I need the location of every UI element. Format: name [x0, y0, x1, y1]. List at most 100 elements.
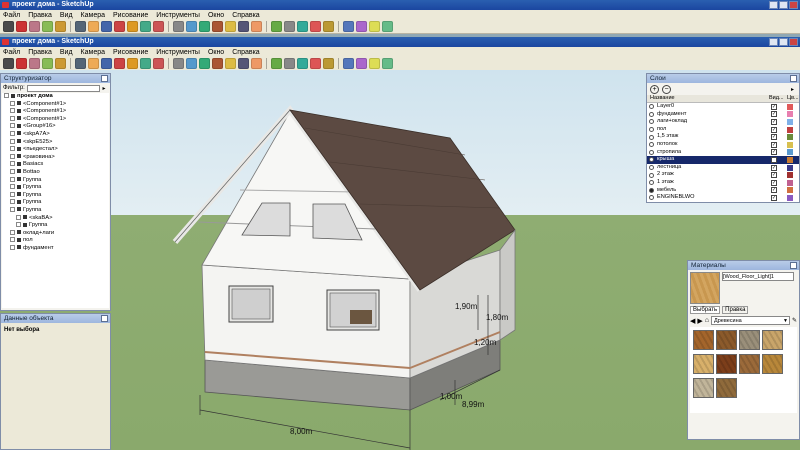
layer-row[interactable]: фундамент ✓	[647, 111, 799, 119]
menu-camera[interactable]: Камера	[81, 12, 105, 19]
toolbar-tool-icon[interactable]	[16, 21, 27, 32]
minimize-button[interactable]	[769, 38, 778, 46]
toolbar-tool-icon[interactable]	[186, 21, 197, 32]
toolbar-tool-icon[interactable]	[382, 21, 393, 32]
layer-row[interactable]: пол ✓	[647, 126, 799, 134]
material-swatch[interactable]	[762, 330, 783, 350]
visibility-checkbox[interactable]: ✓	[771, 179, 777, 186]
outliner-item[interactable]: оклад+лаги	[4, 229, 109, 238]
layer-row[interactable]: лестница ✓	[647, 164, 799, 172]
active-layer-radio[interactable]	[649, 187, 654, 193]
active-layer-radio[interactable]	[649, 142, 654, 148]
toolbar-tool-icon[interactable]	[323, 58, 334, 69]
layer-color-swatch[interactable]	[787, 187, 793, 194]
toolbar-tool-icon[interactable]	[114, 21, 125, 32]
material-swatch[interactable]	[693, 378, 714, 398]
layer-color-swatch[interactable]	[787, 103, 793, 110]
outliner-item[interactable]: <раковина>	[4, 153, 109, 162]
add-layer-icon[interactable]: +	[650, 84, 659, 94]
toolbar-tool-icon[interactable]	[88, 21, 99, 32]
toolbar-tool-icon[interactable]	[173, 58, 184, 69]
visibility-checkbox[interactable]: ✓	[771, 156, 777, 163]
menu-camera[interactable]: Камера	[81, 49, 105, 56]
layer-color-swatch[interactable]	[787, 172, 793, 179]
layer-color-swatch[interactable]	[787, 118, 793, 125]
toolbar-tool-icon[interactable]	[284, 58, 295, 69]
layer-color-swatch[interactable]	[787, 164, 793, 171]
outliner-item[interactable]: <skpE525>	[4, 138, 109, 147]
toolbar-tool-icon[interactable]	[16, 58, 27, 69]
toolbar-tool-icon[interactable]	[153, 58, 164, 69]
layer-color-swatch[interactable]	[787, 179, 793, 186]
minimize-button[interactable]	[769, 1, 778, 9]
menu-help[interactable]: Справка	[232, 12, 259, 19]
outliner-item[interactable]: <пьедестал>	[4, 146, 109, 154]
toolbar-tool-icon[interactable]	[29, 58, 40, 69]
active-layer-radio[interactable]	[649, 180, 654, 186]
close-icon[interactable]	[790, 262, 797, 269]
toolbar-tool-icon[interactable]	[127, 21, 138, 32]
remove-layer-icon[interactable]: −	[662, 84, 671, 94]
close-button[interactable]	[789, 1, 798, 9]
toolbar-tool-icon[interactable]	[29, 21, 40, 32]
layer-row[interactable]: потолок ✓	[647, 141, 799, 149]
layer-row[interactable]: 1 этаж ✓	[647, 179, 799, 187]
eyedropper-icon[interactable]: ✎	[792, 317, 797, 324]
category-dropdown[interactable]: Древесина ▼	[711, 316, 790, 325]
toolbar-tool-icon[interactable]	[343, 58, 354, 69]
toolbar-tool-icon[interactable]	[310, 21, 321, 32]
material-swatch[interactable]	[762, 354, 783, 374]
toolbar-tool-icon[interactable]	[101, 58, 112, 69]
forward-arrow-icon[interactable]: ▶	[697, 317, 702, 325]
toolbar-tool-icon[interactable]	[212, 58, 223, 69]
window1-titlebar[interactable]: проект дома - SketchUp	[0, 0, 800, 10]
toolbar-tool-icon[interactable]	[238, 58, 249, 69]
toolbar-tool-icon[interactable]	[199, 21, 210, 32]
outliner-options-icon[interactable]: ▸	[100, 85, 108, 92]
expand-icon[interactable]	[10, 123, 15, 129]
menu-edit[interactable]: Правка	[28, 49, 52, 56]
material-swatch[interactable]	[693, 330, 714, 350]
active-layer-radio[interactable]	[649, 157, 654, 163]
home-icon[interactable]: ⌂	[705, 317, 709, 324]
close-icon[interactable]	[790, 75, 797, 82]
toolbar-tool-icon[interactable]	[186, 58, 197, 69]
toolbar-tool-icon[interactable]	[75, 58, 86, 69]
toolbar-tool-icon[interactable]	[153, 21, 164, 32]
layer-row[interactable]: ENGINEBLWO ✓	[647, 194, 799, 202]
visibility-checkbox[interactable]: ✓	[771, 149, 777, 156]
toolbar-tool-icon[interactable]	[127, 58, 138, 69]
active-layer-radio[interactable]	[649, 134, 654, 140]
visibility-checkbox[interactable]: ✓	[771, 111, 777, 118]
outliner-item[interactable]: <Component#1>	[4, 108, 109, 116]
expand-icon[interactable]	[10, 176, 15, 182]
back-arrow-icon[interactable]: ◀	[690, 317, 695, 325]
toolbar-tool-icon[interactable]	[140, 21, 151, 32]
toolbar-tool-icon[interactable]	[225, 21, 236, 32]
active-layer-radio[interactable]	[649, 119, 654, 125]
outliner-item[interactable]: Группа	[4, 176, 109, 185]
toolbar-tool-icon[interactable]	[3, 21, 14, 32]
expand-icon[interactable]	[4, 93, 9, 98]
layers-options-icon[interactable]: ▸	[791, 86, 799, 93]
material-swatch[interactable]	[716, 378, 737, 398]
expand-icon[interactable]	[10, 184, 15, 190]
menu-window[interactable]: Окно	[208, 12, 224, 19]
maximize-button[interactable]	[779, 1, 788, 9]
outliner-item[interactable]: Basiacs	[4, 161, 109, 169]
toolbar-tool-icon[interactable]	[356, 21, 367, 32]
visibility-checkbox[interactable]: ✓	[771, 141, 777, 148]
toolbar-tool-icon[interactable]	[212, 21, 223, 32]
toolbar-tool-icon[interactable]	[251, 21, 262, 32]
active-layer-radio[interactable]	[649, 104, 654, 110]
expand-icon[interactable]	[10, 115, 15, 121]
toolbar-tool-icon[interactable]	[101, 21, 112, 32]
layer-color-swatch[interactable]	[787, 134, 793, 141]
toolbar-tool-icon[interactable]	[88, 58, 99, 69]
outliner-item[interactable]: Группа	[4, 199, 109, 207]
menu-window[interactable]: Окно	[208, 49, 224, 56]
toolbar-tool-icon[interactable]	[55, 58, 66, 69]
menu-edit[interactable]: Правка	[28, 12, 52, 19]
toolbar-tool-icon[interactable]	[343, 21, 354, 32]
materials-titlebar[interactable]: Материалы	[688, 261, 799, 270]
